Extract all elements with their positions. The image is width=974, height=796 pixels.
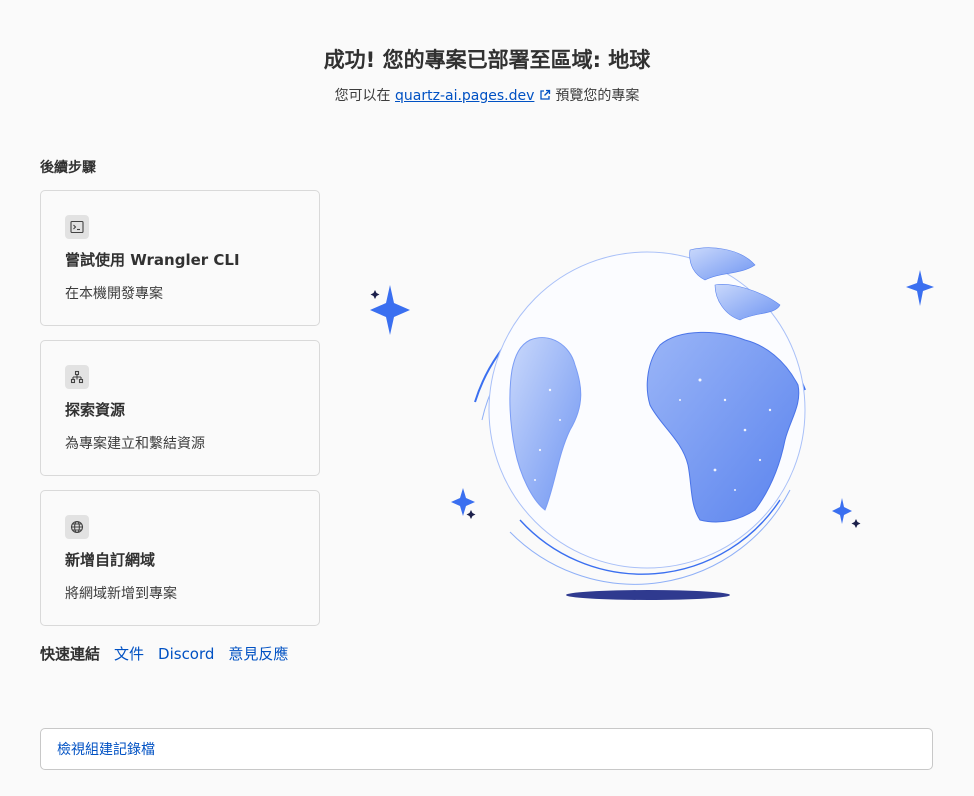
- globe-icon: [65, 515, 89, 539]
- card-description: 為專案建立和繫結資源: [65, 436, 205, 452]
- terminal-icon: [65, 215, 89, 239]
- card-description: 在本機開發專案: [65, 286, 163, 302]
- card-wrangler-cli[interactable]: 嘗試使用 Wrangler CLI 在本機開發專案: [40, 190, 320, 326]
- card-title: 新增自訂網域: [65, 551, 156, 569]
- globe-illustration: [360, 220, 960, 614]
- view-build-log-label: 檢視組建記錄檔: [57, 742, 155, 758]
- project-preview-link[interactable]: quartz-ai.pages.dev: [395, 88, 534, 104]
- subtitle-prefix: 您可以在: [334, 88, 391, 104]
- project-preview-link-text: quartz-ai.pages.dev: [395, 88, 535, 104]
- feedback-link[interactable]: 意見反應: [228, 643, 288, 664]
- page-title: 成功! 您的專案已部署至區域: 地球: [323, 48, 651, 72]
- quick-links: 快速連結 文件 Discord 意見反應: [40, 643, 288, 664]
- page-subtitle: 您可以在 quartz-ai.pages.dev 預覽您的專案: [0, 85, 974, 105]
- card-title: 嘗試使用 Wrangler CLI: [65, 251, 240, 269]
- card-title: 探索資源: [65, 401, 126, 419]
- hierarchy-icon: [65, 365, 89, 389]
- view-build-log-button[interactable]: 檢視組建記錄檔: [40, 728, 933, 770]
- card-explore-resources[interactable]: 探索資源 為專案建立和繫結資源: [40, 340, 320, 476]
- quick-links-label: 快速連結: [40, 645, 101, 663]
- card-description: 將網域新增到專案: [65, 586, 177, 602]
- external-link-icon: [539, 89, 551, 105]
- docs-link[interactable]: 文件: [114, 643, 144, 664]
- discord-link[interactable]: Discord: [158, 645, 214, 663]
- deployment-success-page: 成功! 您的專案已部署至區域: 地球 您可以在 quartz-ai.pages.…: [0, 0, 974, 796]
- subtitle-suffix: 預覽您的專案: [555, 88, 640, 104]
- card-custom-domain[interactable]: 新增自訂網域 將網域新增到專案: [40, 490, 320, 626]
- next-steps-heading: 後續步驟: [40, 160, 96, 176]
